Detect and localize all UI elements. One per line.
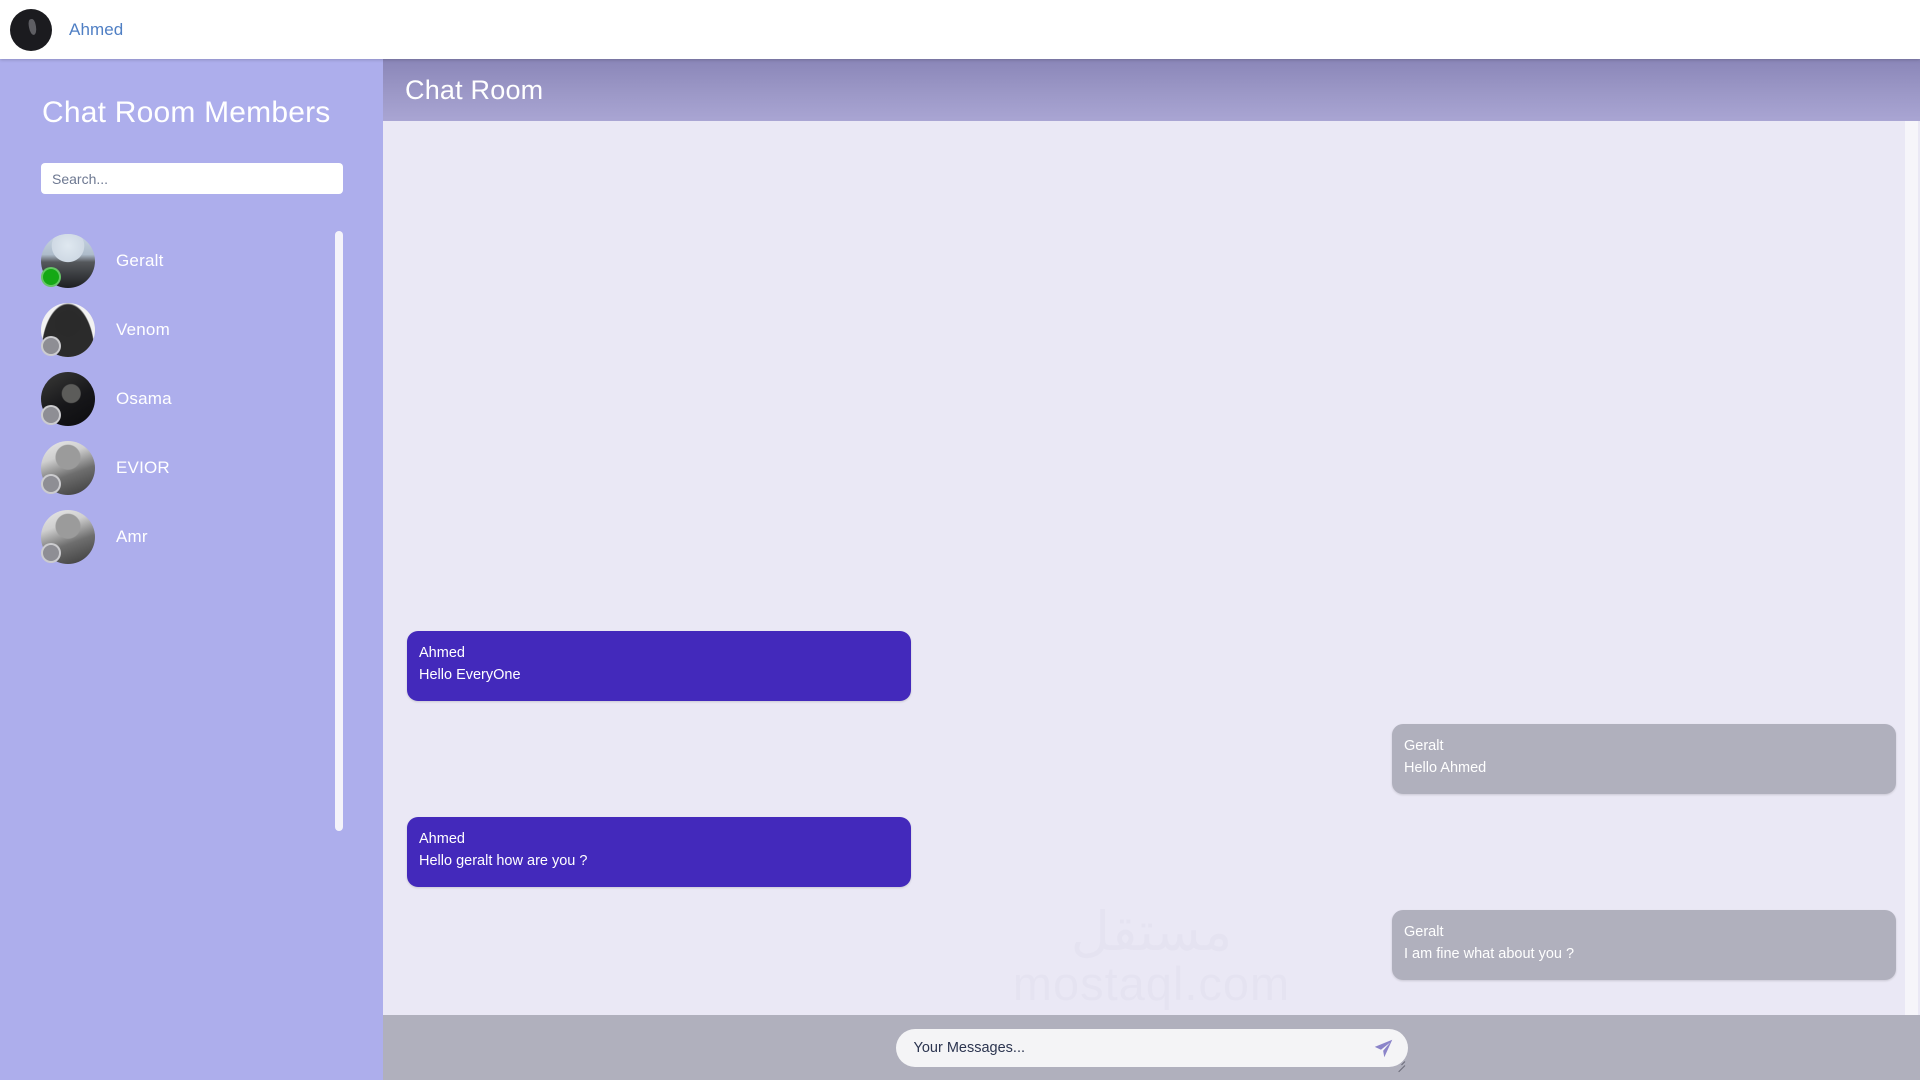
nav-username[interactable]: Ahmed	[69, 20, 123, 40]
status-dot-offline	[41, 404, 61, 425]
members-list: Geralt Venom Osama EVIOR Amr	[0, 226, 383, 571]
member-row[interactable]: EVIOR	[41, 433, 383, 502]
member-name: Venom	[116, 319, 170, 339]
message-input[interactable]	[895, 1028, 1408, 1067]
members-scrollbar[interactable]	[335, 231, 343, 831]
message-row: Geralt I am fine what about you ?	[407, 910, 1896, 980]
member-name: Amr	[116, 526, 148, 546]
avatar-wrap	[41, 509, 95, 564]
message-row: Ahmed Hello EveryOne	[407, 631, 1896, 701]
message-composer	[383, 1015, 1920, 1080]
message-bubble-received[interactable]: Geralt Hello Ahmed	[1392, 724, 1896, 794]
chat-panel: Chat Room Ahmed Hello EveryOne Geralt He…	[383, 59, 1920, 1080]
message-text: Hello EveryOne	[419, 667, 521, 683]
message-sender: Ahmed	[419, 831, 465, 847]
message-row: Geralt Hello Ahmed	[407, 724, 1896, 794]
member-row[interactable]: Venom	[41, 295, 383, 364]
member-row[interactable]: Amr	[41, 502, 383, 571]
status-dot-online	[41, 266, 61, 287]
members-sidebar: Chat Room Members Geralt Venom	[0, 59, 383, 1080]
message-text: I am fine what about you ?	[1404, 946, 1575, 962]
avatar-wrap	[41, 233, 95, 288]
chat-message-area: Ahmed Hello EveryOne Geralt Hello Ahmed …	[383, 121, 1920, 1015]
composer-inner	[895, 1028, 1408, 1072]
member-row[interactable]: Osama	[41, 364, 383, 433]
members-scroll-area: Geralt Venom Osama EVIOR Amr	[0, 226, 383, 846]
message-sender: Ahmed	[419, 645, 465, 661]
avatar-wrap	[41, 371, 95, 426]
chat-scrollbar[interactable]	[1905, 121, 1918, 1015]
member-name: Osama	[116, 388, 172, 408]
message-bubble-sent[interactable]: Ahmed Hello EveryOne	[407, 631, 911, 701]
chat-header: Chat Room	[383, 59, 1920, 121]
member-name: Geralt	[116, 250, 164, 270]
message-bubble-sent[interactable]: Ahmed Hello geralt how are you ?	[407, 817, 911, 887]
search-container	[0, 130, 383, 194]
message-bubble-received[interactable]: Geralt I am fine what about you ?	[1392, 910, 1896, 980]
search-input[interactable]	[41, 163, 343, 194]
chat-title: Chat Room	[405, 74, 544, 105]
status-dot-offline	[41, 542, 61, 563]
paper-plane-icon[interactable]	[1373, 1038, 1394, 1059]
member-row[interactable]: Geralt	[41, 226, 383, 295]
avatar-wrap	[41, 440, 95, 495]
avatar-wrap	[41, 302, 95, 357]
status-dot-offline	[41, 473, 61, 494]
messages-list: Ahmed Hello EveryOne Geralt Hello Ahmed …	[383, 631, 1920, 1003]
top-navbar: Ahmed	[0, 0, 1920, 59]
status-dot-offline	[41, 335, 61, 356]
message-row: Ahmed Hello geralt how are you ?	[407, 817, 1896, 887]
message-sender: Geralt	[1404, 738, 1444, 754]
message-sender: Geralt	[1404, 924, 1444, 940]
message-text: Hello geralt how are you ?	[419, 853, 588, 869]
member-name: EVIOR	[116, 457, 170, 477]
sidebar-title: Chat Room Members	[42, 96, 331, 129]
user-avatar-icon[interactable]	[10, 8, 52, 51]
message-text: Hello Ahmed	[1404, 760, 1487, 776]
